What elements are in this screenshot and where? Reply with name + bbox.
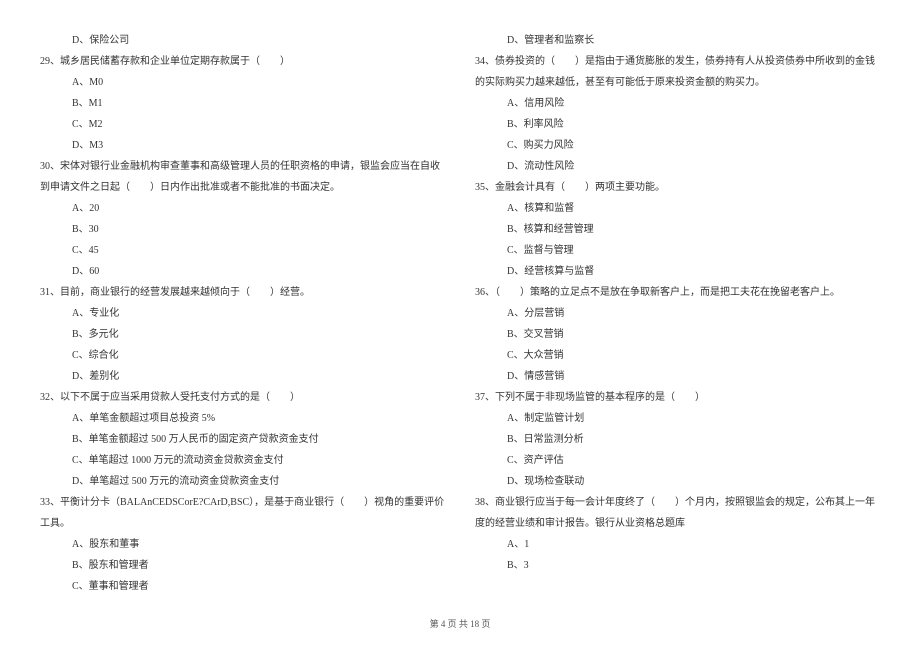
q30-option-d: D、60: [40, 261, 445, 282]
q35-text: 35、金融会计具有（ ）两项主要功能。: [475, 177, 880, 198]
q29-option-b: B、M1: [40, 93, 445, 114]
page-footer: 第 4 页 共 18 页: [0, 617, 920, 630]
q33-option-c: C、董事和管理者: [40, 576, 445, 597]
q36-option-c: C、大众营销: [475, 345, 880, 366]
q29-option-c: C、M2: [40, 114, 445, 135]
q36-option-a: A、分层营销: [475, 303, 880, 324]
q32-option-c: C、单笔超过 1000 万元的流动资金贷款资金支付: [40, 450, 445, 471]
q37-option-c: C、资产评估: [475, 450, 880, 471]
q30-text: 30、宋体对银行业金融机构审查董事和高级管理人员的任职资格的申请，银监会应当在自…: [40, 156, 445, 198]
right-column: D、管理者和监察长 34、债券投资的（ ）是指由于通货膨胀的发生，债券持有人从投…: [475, 30, 880, 590]
q31-option-a: A、专业化: [40, 303, 445, 324]
q34-option-a: A、信用风险: [475, 93, 880, 114]
q33-option-a: A、股东和董事: [40, 534, 445, 555]
q31-text: 31、目前，商业银行的经营发展越来越倾向于（ ）经营。: [40, 282, 445, 303]
q34-option-d: D、流动性风险: [475, 156, 880, 177]
q35-option-b: B、核算和经营管理: [475, 219, 880, 240]
q30-option-a: A、20: [40, 198, 445, 219]
q36-option-b: B、交叉营销: [475, 324, 880, 345]
q36-option-d: D、情感营销: [475, 366, 880, 387]
q37-text: 37、下列不属于非现场监管的基本程序的是（ ）: [475, 387, 880, 408]
q32-option-a: A、单笔金额超过项目总投资 5%: [40, 408, 445, 429]
q35-option-d: D、经营核算与监督: [475, 261, 880, 282]
q29-option-a: A、M0: [40, 72, 445, 93]
q38-text: 38、商业银行应当于每一会计年度终了（ ）个月内，按照银监会的规定，公布其上一年…: [475, 492, 880, 534]
q30-option-b: B、30: [40, 219, 445, 240]
left-column: D、保险公司 29、城乡居民储蓄存款和企业单位定期存款属于（ ） A、M0 B、…: [40, 30, 445, 590]
q33-text: 33、平衡计分卡（BALAnCEDSCorE?CArD,BSC），是基于商业银行…: [40, 492, 445, 534]
q38-option-b: B、3: [475, 555, 880, 576]
q31-option-d: D、差别化: [40, 366, 445, 387]
content-columns: D、保险公司 29、城乡居民储蓄存款和企业单位定期存款属于（ ） A、M0 B、…: [40, 30, 880, 590]
q33-option-d: D、管理者和监察长: [475, 30, 880, 51]
q32-option-d: D、单笔超过 500 万元的流动资金贷款资金支付: [40, 471, 445, 492]
q28-option-d: D、保险公司: [40, 30, 445, 51]
q32-text: 32、以下不属于应当采用贷款人受托支付方式的是（ ）: [40, 387, 445, 408]
q37-option-b: B、日常监测分析: [475, 429, 880, 450]
q35-option-a: A、核算和监督: [475, 198, 880, 219]
q31-option-c: C、综合化: [40, 345, 445, 366]
q35-option-c: C、监督与管理: [475, 240, 880, 261]
q33-option-b: B、股东和管理者: [40, 555, 445, 576]
q34-text: 34、债券投资的（ ）是指由于通货膨胀的发生，债券持有人从投资债券中所收到的金钱…: [475, 51, 880, 93]
q29-text: 29、城乡居民储蓄存款和企业单位定期存款属于（ ）: [40, 51, 445, 72]
q36-text: 36、（ ）策略的立足点不是放在争取新客户上，而是把工夫花在挽留老客户上。: [475, 282, 880, 303]
q34-option-b: B、利率风险: [475, 114, 880, 135]
q34-option-c: C、购买力风险: [475, 135, 880, 156]
q38-option-a: A、1: [475, 534, 880, 555]
q37-option-a: A、制定监管计划: [475, 408, 880, 429]
q31-option-b: B、多元化: [40, 324, 445, 345]
q30-option-c: C、45: [40, 240, 445, 261]
q29-option-d: D、M3: [40, 135, 445, 156]
q37-option-d: D、现场检查联动: [475, 471, 880, 492]
q32-option-b: B、单笔金额超过 500 万人民币的固定资产贷款资金支付: [40, 429, 445, 450]
